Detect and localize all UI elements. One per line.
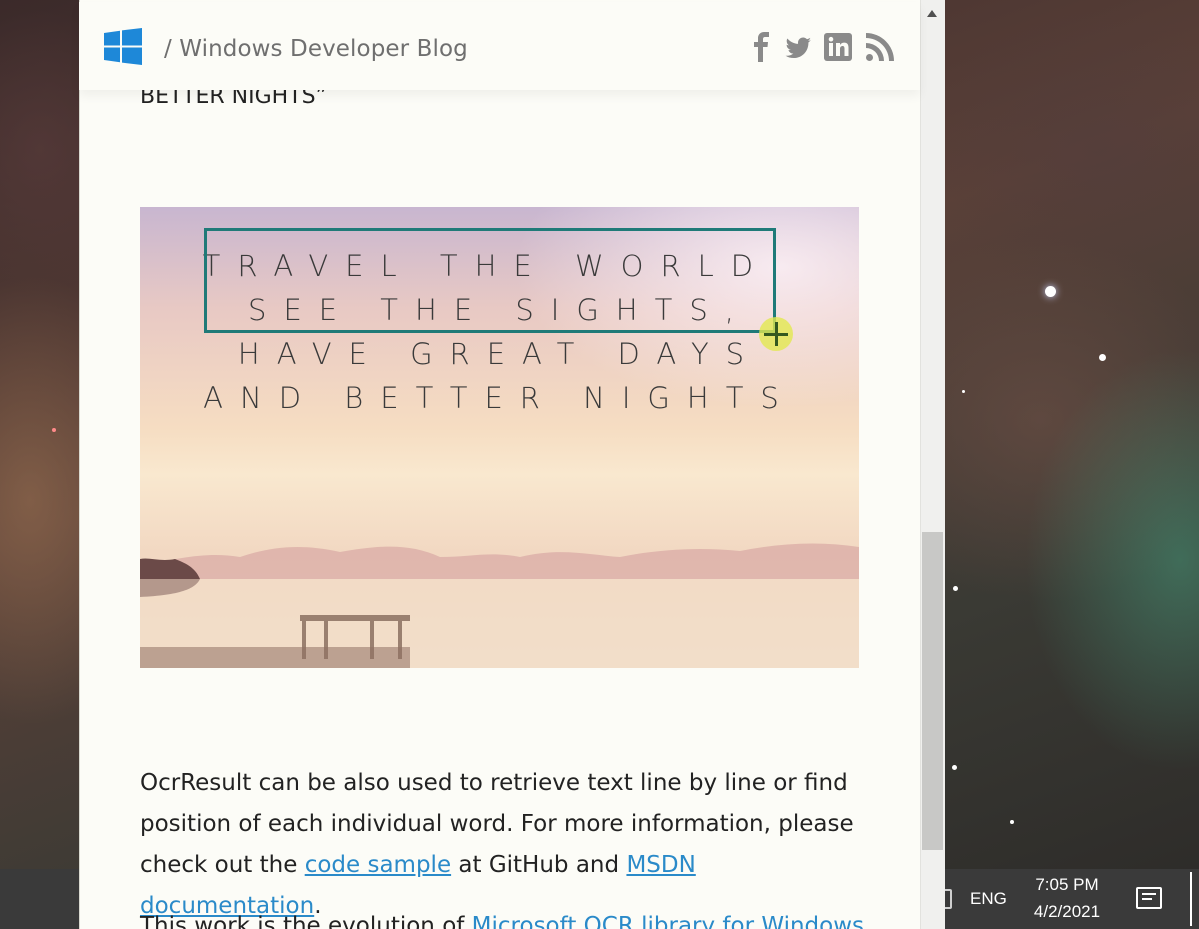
star <box>953 586 958 591</box>
cut-off-paragraph: This work is the evolution of Microsoft … <box>140 913 864 929</box>
facebook-icon[interactable] <box>753 32 771 62</box>
action-center-icon[interactable] <box>1136 887 1162 909</box>
windows-logo-icon[interactable] <box>104 28 142 65</box>
star <box>1010 820 1014 824</box>
paragraph-line: OcrResult can be also used to retrieve t… <box>140 770 848 796</box>
rss-icon[interactable] <box>865 32 895 62</box>
star <box>962 390 965 393</box>
star <box>52 428 56 432</box>
scrollbar-thumb[interactable] <box>922 532 943 850</box>
twitter-icon[interactable] <box>784 32 812 62</box>
paragraph-text: check out the <box>140 852 305 878</box>
scroll-up-arrow-icon[interactable] <box>927 10 937 17</box>
blog-header: / Windows Developer Blog <box>79 2 920 90</box>
code-sample-link[interactable]: code sample <box>305 852 451 878</box>
paragraph-text: at GitHub and <box>451 852 627 878</box>
linkedin-icon[interactable] <box>823 32 853 62</box>
clock-time[interactable]: 7:05 PM <box>1022 875 1112 895</box>
paragraph-line: position of each individual word. For mo… <box>140 811 854 837</box>
paragraph-text: This work is the evolution of <box>140 913 472 929</box>
star <box>1099 354 1106 361</box>
ocr-selection-box[interactable] <box>204 228 776 333</box>
article-paragraph: OcrResult can be also used to retrieve t… <box>140 763 860 927</box>
blog-title[interactable]: / Windows Developer Blog <box>164 36 468 62</box>
ocr-library-link[interactable]: Microsoft OCR library for Windows <box>472 913 864 929</box>
star <box>1045 286 1056 297</box>
star <box>952 765 957 770</box>
clock-date[interactable]: 4/2/2021 <box>1022 902 1112 922</box>
language-indicator[interactable]: ENG <box>970 889 1007 909</box>
show-desktop-button[interactable] <box>1190 872 1192 926</box>
crosshair-cursor-icon <box>775 322 778 346</box>
